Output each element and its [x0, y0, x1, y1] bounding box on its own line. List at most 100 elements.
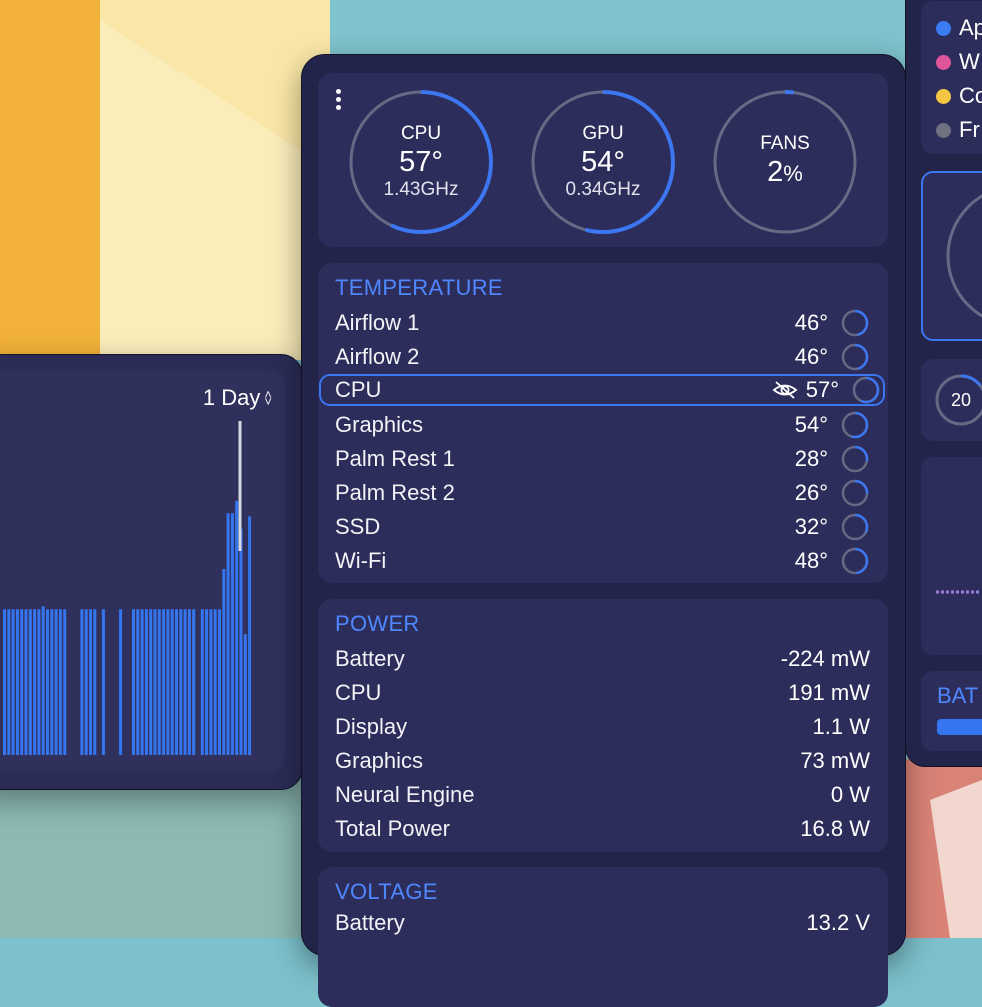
history-bar [153, 609, 157, 755]
gpu-gauge[interactable]: GPU 54° 0.34GHz [530, 89, 676, 235]
history-bar [20, 609, 24, 755]
cpu-gauge-value: 57° [399, 146, 443, 178]
temp-row-palm-rest-2[interactable]: Palm Rest 2 26° [335, 477, 870, 509]
current-time-marker[interactable] [238, 421, 242, 551]
voltage-row-battery[interactable]: Battery 13.2 V [335, 907, 870, 939]
history-bar [166, 609, 170, 755]
sensor-label: SSD [335, 514, 381, 539]
temp-row-airflow-2[interactable]: Airflow 2 46° [335, 341, 870, 373]
history-panel: 1 Day ˄ ˅ [0, 354, 303, 790]
history-bar [170, 609, 174, 755]
history-bar [37, 609, 41, 755]
sensor-label: Palm Rest 1 [335, 446, 455, 471]
sensor-label: Wi-Fi [335, 548, 387, 573]
history-bar [132, 609, 135, 755]
history-bar [226, 513, 230, 755]
power-row-graphics[interactable]: Graphics 73 mW [335, 745, 870, 777]
history-bar [200, 609, 204, 755]
fans-gauge[interactable]: FANS 2% [712, 89, 858, 235]
history-bar [205, 609, 209, 755]
power-row-neural-engine[interactable]: Neural Engine 0 W [335, 779, 870, 811]
sensor-ring-icon [852, 376, 880, 404]
history-bar [230, 513, 234, 755]
power-row-cpu[interactable]: CPU 191 mW [335, 677, 870, 709]
history-bar [50, 609, 54, 755]
power-title: POWER [335, 611, 420, 636]
cpu-gauge[interactable]: CPU 57° 1.43GHz [348, 89, 494, 235]
power-label: Battery [335, 646, 405, 671]
power-row-battery[interactable]: Battery -224 mW [335, 643, 870, 675]
history-bar [119, 609, 123, 755]
power-card: POWER Battery -224 mW CPU 191 mW Display… [318, 599, 888, 852]
legend-label: Fr [959, 117, 980, 142]
voltage-card: VOLTAGE Battery 13.2 V [318, 867, 888, 1007]
legend-dot [936, 122, 951, 138]
gpu-frequency: 0.34GHz [565, 179, 641, 200]
history-bar [3, 609, 6, 755]
legend-label: Ap [959, 15, 982, 40]
battery-title: BAT [937, 683, 979, 708]
power-label: Neural Engine [335, 782, 475, 807]
temp-row-cpu[interactable]: CPU 57° [319, 374, 885, 406]
time-range-selector[interactable]: 1 Day ˄ ˅ [203, 385, 272, 411]
selected-gauge-card[interactable] [921, 171, 982, 341]
sensor-ring-icon [841, 479, 869, 507]
more-options-icon[interactable] [336, 89, 344, 110]
sensor-label: CPU [335, 377, 382, 402]
time-range-label: 1 Day [202, 385, 261, 410]
history-bar [63, 609, 67, 755]
history-bar [7, 609, 11, 755]
sensor-value: 46° [794, 310, 828, 335]
sensor-ring-icon [841, 445, 869, 473]
sensor-label: Airflow 2 [335, 344, 420, 369]
legend-item: W [936, 49, 980, 75]
small-gauge-value: 20 [950, 389, 972, 410]
voltage-title: VOLTAGE [335, 879, 438, 904]
history-bar [175, 609, 178, 755]
eye-slash-icon[interactable] [772, 380, 798, 400]
history-bar [183, 609, 187, 755]
history-bar [33, 609, 37, 755]
power-label: Graphics [335, 748, 424, 773]
mini-chart [936, 590, 981, 594]
history-bar [58, 609, 62, 755]
battery-level-bar [937, 719, 982, 735]
history-bar [192, 609, 196, 755]
temp-row-ssd[interactable]: SSD 32° [335, 511, 870, 543]
sensor-value: 46° [794, 344, 828, 369]
sensor-value: 57° [805, 377, 839, 402]
chevron-updown-icon: ˄ ˅ [264, 387, 272, 409]
power-row-display[interactable]: Display 1.1 W [335, 711, 870, 743]
temp-row-palm-rest-1[interactable]: Palm Rest 1 28° [335, 443, 870, 475]
gauges-card: CPU 57° 1.43GHz GPU 54° 0.34GHz FANS 2% [318, 73, 888, 247]
power-label: Display [335, 714, 408, 739]
temperature-title: TEMPERATURE [335, 275, 503, 300]
history-bar [89, 609, 92, 755]
fans-gauge-value: 2% [767, 155, 803, 191]
power-row-total[interactable]: Total Power 16.8 W [335, 813, 870, 845]
sensor-label: Graphics [335, 412, 424, 437]
history-bar [149, 609, 153, 755]
history-bar [243, 634, 247, 755]
power-value: 1.1 W [812, 714, 870, 739]
sensor-value: 48° [794, 548, 828, 573]
history-bar [28, 609, 32, 755]
legend-label: Co [959, 83, 982, 108]
sensor-ring-icon [841, 411, 869, 439]
cpu-gauge-label: CPU [400, 123, 442, 144]
history-bar [15, 609, 19, 755]
legend-item: Ap [936, 15, 982, 41]
legend-item: Co [936, 83, 982, 109]
legend-dot [936, 88, 951, 104]
gpu-gauge-label: GPU [582, 123, 624, 144]
power-label: CPU [335, 680, 382, 705]
sensor-label: Palm Rest 2 [335, 480, 455, 505]
temp-row-wifi[interactable]: Wi-Fi 48° [335, 545, 870, 577]
voltage-value: 13.2 V [806, 910, 870, 935]
temp-row-graphics[interactable]: Graphics 54° [335, 409, 870, 441]
history-bar [41, 606, 45, 755]
temp-row-airflow-1[interactable]: Airflow 1 46° [335, 307, 870, 339]
cpu-frequency: 1.43GHz [383, 179, 459, 200]
sensor-panel: CPU 57° 1.43GHz GPU 54° 0.34GHz FANS 2% … [301, 54, 906, 1007]
sensor-value: 28° [794, 446, 828, 471]
